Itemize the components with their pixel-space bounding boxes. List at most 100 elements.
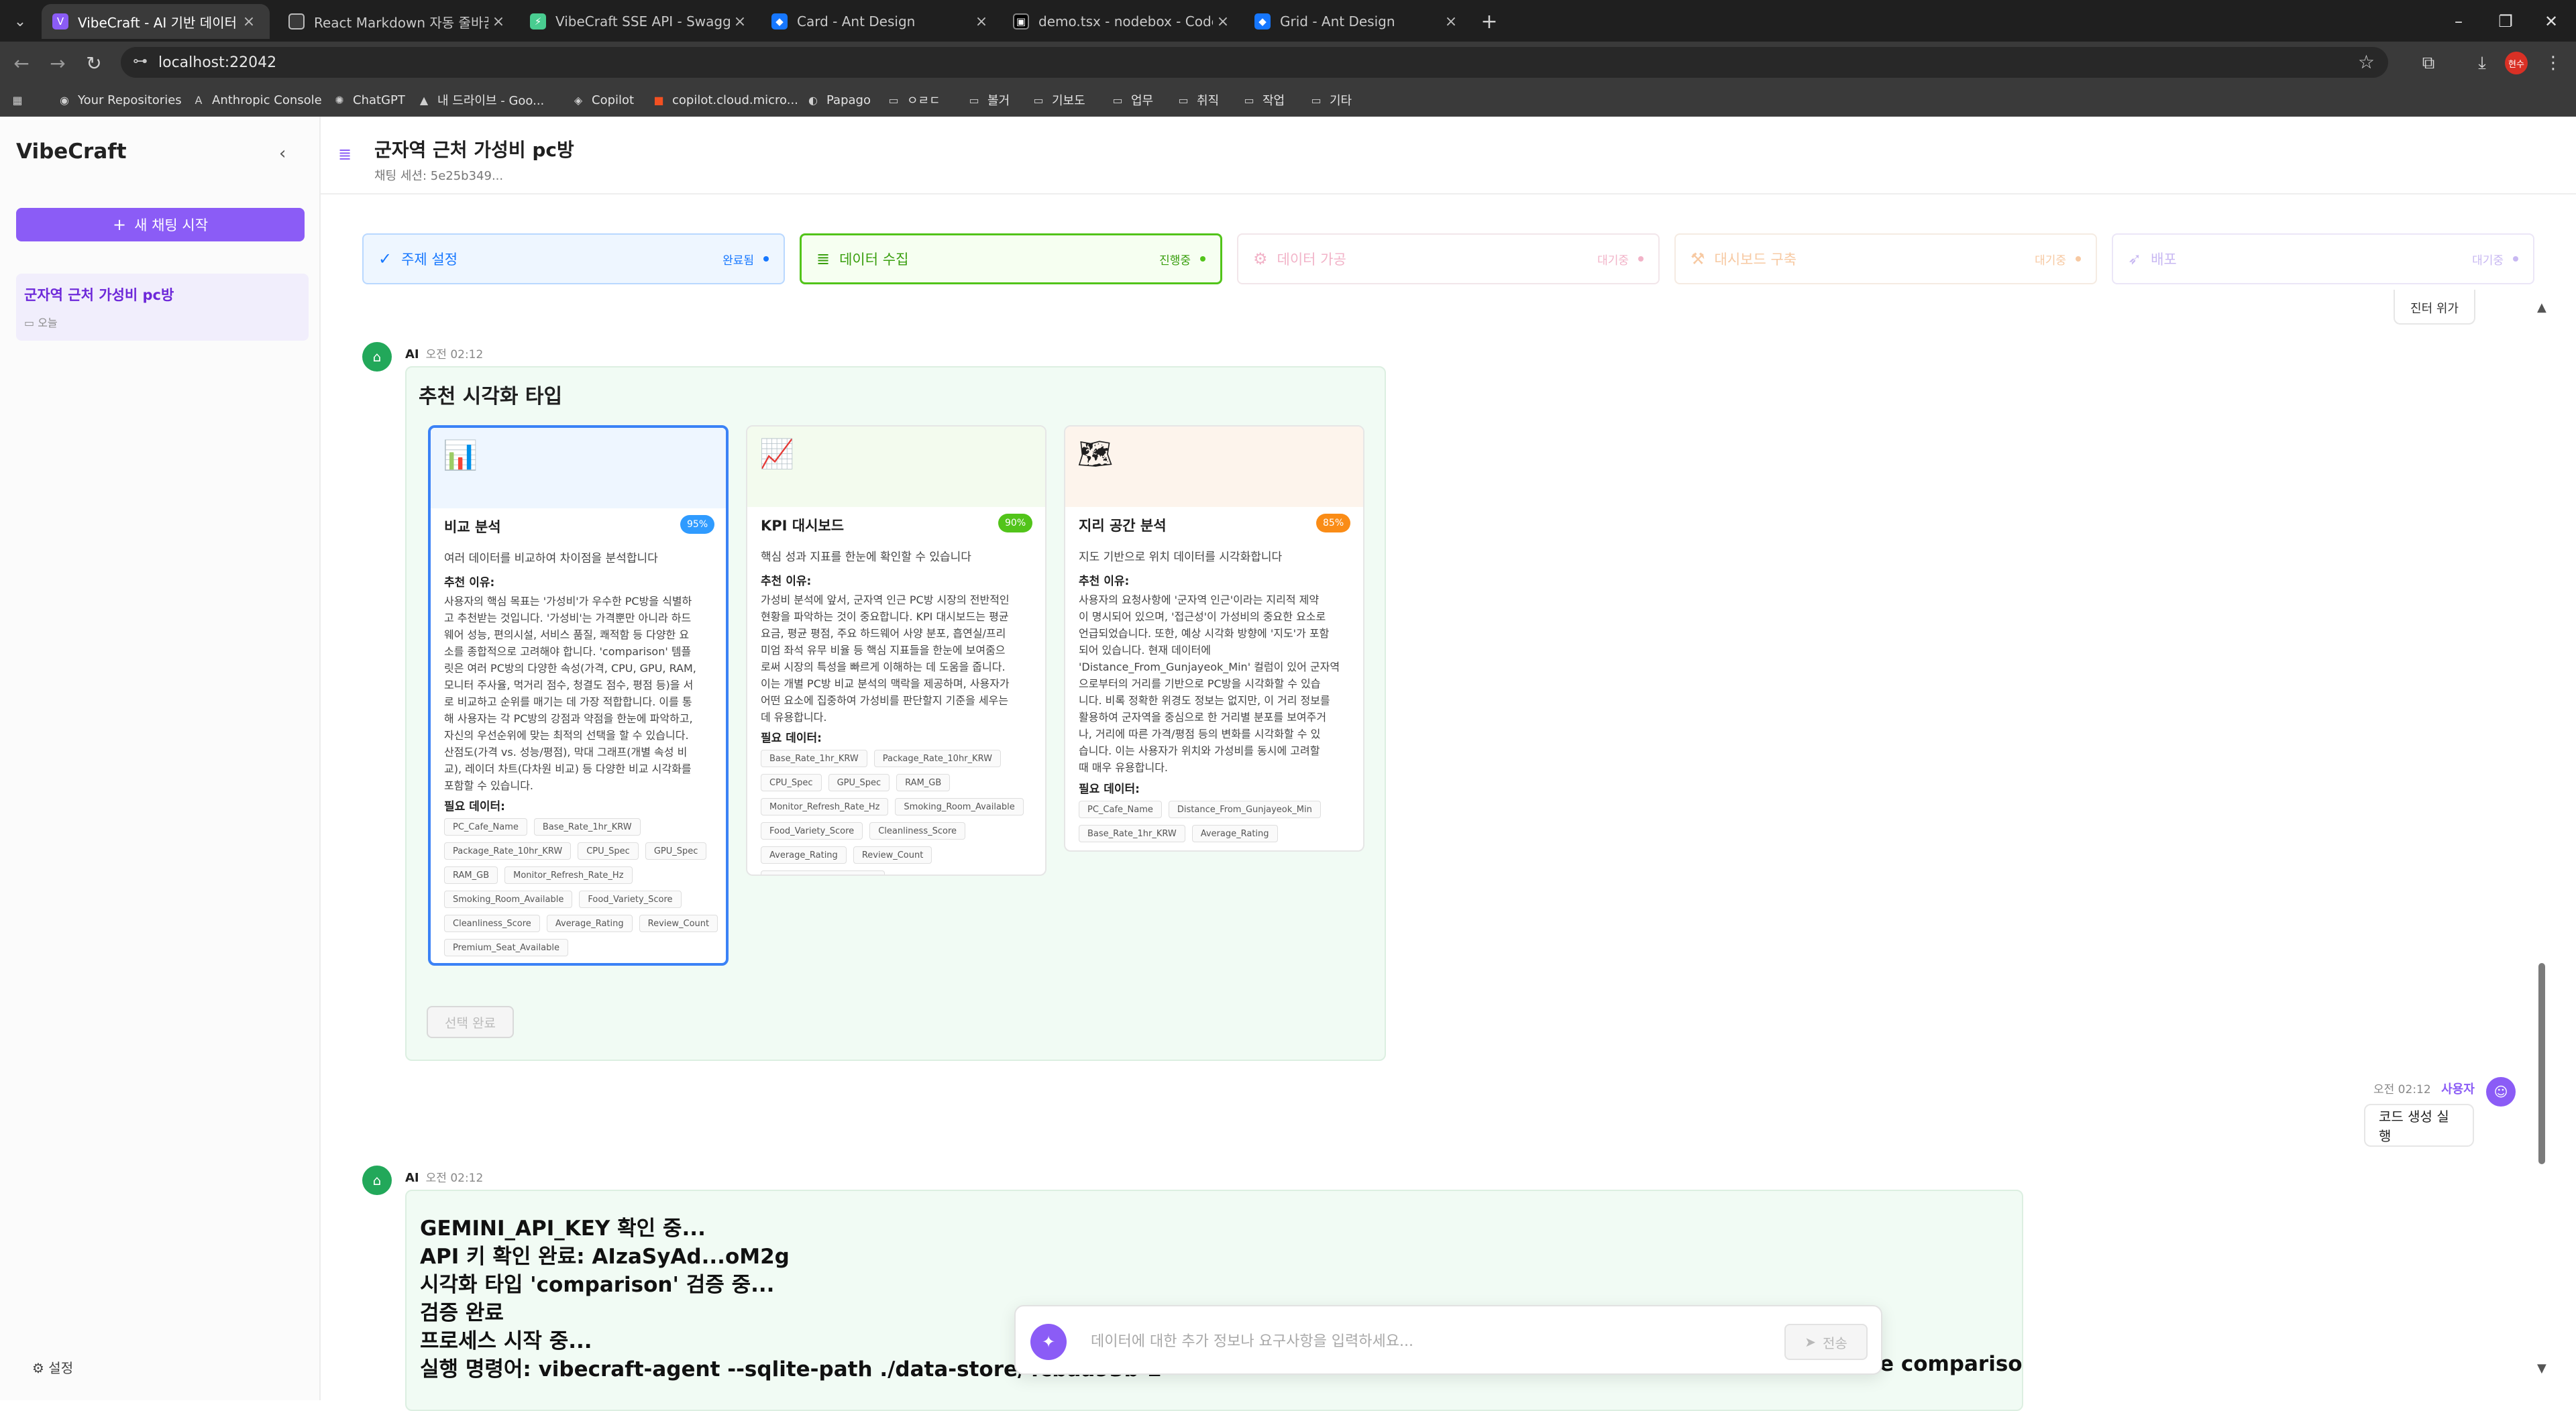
chat-input[interactable]: [1089, 1325, 1760, 1357]
reason-line: 요금, 평균 평점, 주요 하드웨어 사양 분포, 흡연실/프리: [761, 627, 1006, 640]
close-icon[interactable]: ×: [730, 13, 750, 30]
new-chat-button[interactable]: + 새 채팅 시작: [16, 208, 305, 241]
folder-icon: ▭: [1311, 93, 1322, 107]
browser-tab[interactable]: V VibeCraft - AI 기반 데이터 시각 ×: [42, 4, 270, 39]
scrollbar-thumb[interactable]: [2538, 963, 2545, 1164]
restore-icon[interactable]: ❐: [2489, 8, 2522, 35]
back-icon[interactable]: ←: [8, 50, 35, 76]
reload-icon[interactable]: ↻: [80, 50, 107, 76]
apps-grid-icon[interactable]: ▦: [9, 90, 31, 110]
viz-card-geospatial[interactable]: 🗺 지리 공간 분석 85% 지도 기반으로 위치 데이터를 시각화합니다 추천…: [1064, 425, 1364, 852]
field-chip: Smoking_Room_Available: [444, 891, 573, 908]
select-done-button[interactable]: 선택 완료: [427, 1006, 514, 1038]
reason-line: 이는 개별 PC방 비교 분석의 맥락을 제공하며, 사용자가: [761, 677, 1010, 690]
folder-icon: ▭: [1033, 93, 1044, 107]
bookmark-folder[interactable]: ▭ 기보도: [1030, 90, 1085, 110]
close-icon[interactable]: ×: [1213, 13, 1233, 30]
card-icon-glyph: 📊: [443, 439, 478, 471]
close-icon[interactable]: ×: [1441, 13, 1461, 30]
match-badge: 90%: [998, 514, 1033, 532]
bookmark-folder[interactable]: ▭ 업무: [1110, 90, 1153, 110]
scroll-up-icon[interactable]: ▲: [2537, 300, 2546, 315]
bookmark-item[interactable]: ◐ Papago: [805, 90, 871, 110]
window-close-icon[interactable]: ✕: [2534, 8, 2568, 35]
minimize-icon[interactable]: –: [2442, 8, 2475, 35]
session-title: 군자역 근처 가성비 pc방: [24, 287, 174, 303]
settings-button[interactable]: ⚙ 설정: [32, 1357, 73, 1377]
field-chip: Package_Rate_10hr_KRW: [444, 842, 572, 860]
user-message-text: 코드 생성 실행: [2379, 1109, 2449, 1144]
collapse-sidebar-icon[interactable]: ‹: [279, 144, 286, 164]
reason-line: 가성비 분석에 앞서, 군자역 인근 PC방 시장의 전반적인: [761, 594, 1010, 606]
step-processing[interactable]: ⚙ 데이터 가공 대기중: [1237, 233, 1660, 284]
step-status: 대기중: [1597, 253, 1629, 268]
reason-label: 추천 이유:: [761, 575, 812, 588]
field-chip: RAM_GB: [896, 774, 951, 791]
new-tab-icon[interactable]: +: [1476, 8, 1503, 35]
send-button[interactable]: ➤ 전송: [1784, 1324, 1868, 1360]
browser-tab[interactable]: ◆ Grid - Ant Design ×: [1244, 4, 1472, 39]
site-info-icon[interactable]: ⊶: [133, 53, 148, 70]
tab-search-icon[interactable]: ⌄: [4, 7, 36, 36]
forward-icon[interactable]: →: [44, 50, 71, 76]
viz-card-comparison[interactable]: 📊 비교 분석 95% 여러 데이터를 비교하여 차이점을 분석합니다 추천 이…: [428, 425, 729, 966]
bookmark-label: 작업: [1263, 94, 1285, 108]
bookmark-folder[interactable]: ▭ 볼거: [966, 90, 1010, 110]
browser-tab[interactable]: ⚡ VibeCraft SSE API - Swagger U ×: [519, 4, 761, 39]
microsoft-icon: ■: [653, 93, 664, 107]
bookmark-item[interactable]: ■ copilot.cloud.micro...: [651, 90, 798, 110]
field-chip: Average_Rating: [546, 915, 633, 932]
card-title: 지리 공간 분석: [1079, 518, 1167, 534]
log-line: 프로세스 시작 중...: [420, 1329, 592, 1353]
step-data-collection[interactable]: ≣ 데이터 수집 진행중: [800, 233, 1222, 284]
bookmark-folder[interactable]: ▭ 기타: [1308, 90, 1352, 110]
copilot-icon: ◈: [574, 93, 583, 107]
previous-message-text: 진터 위가: [2410, 302, 2459, 316]
bookmark-label: 기보도: [1052, 94, 1085, 108]
browser-tab[interactable]: ▣ demo.tsx - nodebox - CodeSa ×: [1002, 4, 1244, 39]
field-chip: Base_Rate_1hr_KRW: [761, 750, 867, 767]
extensions-icon[interactable]: ⧉: [2415, 50, 2442, 76]
bookmark-label: 내 드라이브 - Goo...: [437, 94, 545, 108]
bookmark-item[interactable]: A Anthropic Console: [191, 90, 322, 110]
viz-card-kpi-dashboard[interactable]: 📈 KPI 대시보드 90% 핵심 성과 지표를 한눈에 확인할 수 있습니다 …: [746, 425, 1046, 876]
settings-label: 설정: [48, 1360, 74, 1376]
session-item[interactable]: 군자역 근처 가성비 pc방 ▭ 오늘: [16, 274, 309, 341]
close-icon[interactable]: ×: [971, 13, 991, 30]
close-icon[interactable]: ×: [488, 13, 508, 30]
browser-tab[interactable]: React Markdown 자동 줄바꿈 ×: [278, 4, 519, 39]
step-label: 데이터 가공: [1277, 251, 1346, 268]
line-chart-icon: 📈: [759, 437, 794, 471]
reason-line: 현황을 파악하는 것이 중요합니다. KPI 대시보드는 평균: [761, 610, 1009, 623]
reason-line: 되어 있습니다. 현재 데이터에: [1079, 644, 1211, 657]
message-time: 오전 02:12: [2373, 1083, 2431, 1096]
step-label: 데이터 수집: [839, 251, 909, 268]
user-message-bubble: 코드 생성 실행: [2364, 1104, 2474, 1147]
browser-tab[interactable]: ◆ Card - Ant Design ×: [761, 4, 1002, 39]
status-dot: [763, 256, 769, 262]
bookmark-item[interactable]: ◈ Copilot: [570, 90, 634, 110]
step-deploy[interactable]: ➶ 배포 대기중: [2112, 233, 2534, 284]
bookmark-item[interactable]: ▲ 내 드라이브 - Goo...: [416, 90, 544, 110]
bookmark-folder[interactable]: ▭ ㅇㄹㄷ: [885, 90, 940, 110]
menu-kebab-icon[interactable]: ⋮: [2540, 50, 2567, 76]
database-icon: ≣: [816, 249, 830, 268]
step-topic[interactable]: ✓ 주제 설정 완료됨: [362, 233, 785, 284]
bookmark-folder[interactable]: ▭ 작업: [1241, 90, 1285, 110]
reason-line: 웨어 성능, 편의시설, 서비스 품질, 쾌적함 등 다양한 요: [444, 628, 690, 641]
folder-icon: ▭: [1244, 93, 1254, 107]
close-icon[interactable]: ×: [239, 13, 259, 30]
bookmark-item[interactable]: ◉ Your Repositories: [56, 90, 182, 110]
download-icon[interactable]: ⤓: [2469, 50, 2496, 76]
bookmark-star-icon[interactable]: ☆: [2358, 51, 2375, 73]
bookmark-folder[interactable]: ▭ 취직: [1175, 90, 1219, 110]
reason-line: 포함할 수 있습니다.: [444, 779, 534, 792]
field-chip: Cleanliness_Score: [444, 915, 540, 932]
address-bar[interactable]: ⊶ localhost:22042 ☆: [121, 47, 2388, 78]
scroll-down-icon[interactable]: ▼: [2537, 1361, 2546, 1375]
bookmark-item[interactable]: ✺ ChatGPT: [331, 90, 405, 110]
profile-avatar[interactable]: 현수: [2505, 52, 2528, 74]
sidebar: VibeCraft ‹ + 새 채팅 시작 군자역 근처 가성비 pc방 ▭ 오…: [0, 117, 321, 1400]
tab-title: React Markdown 자동 줄바꿈: [314, 14, 488, 31]
step-dashboard[interactable]: ⚒ 대시보드 구축 대기중: [1674, 233, 2097, 284]
